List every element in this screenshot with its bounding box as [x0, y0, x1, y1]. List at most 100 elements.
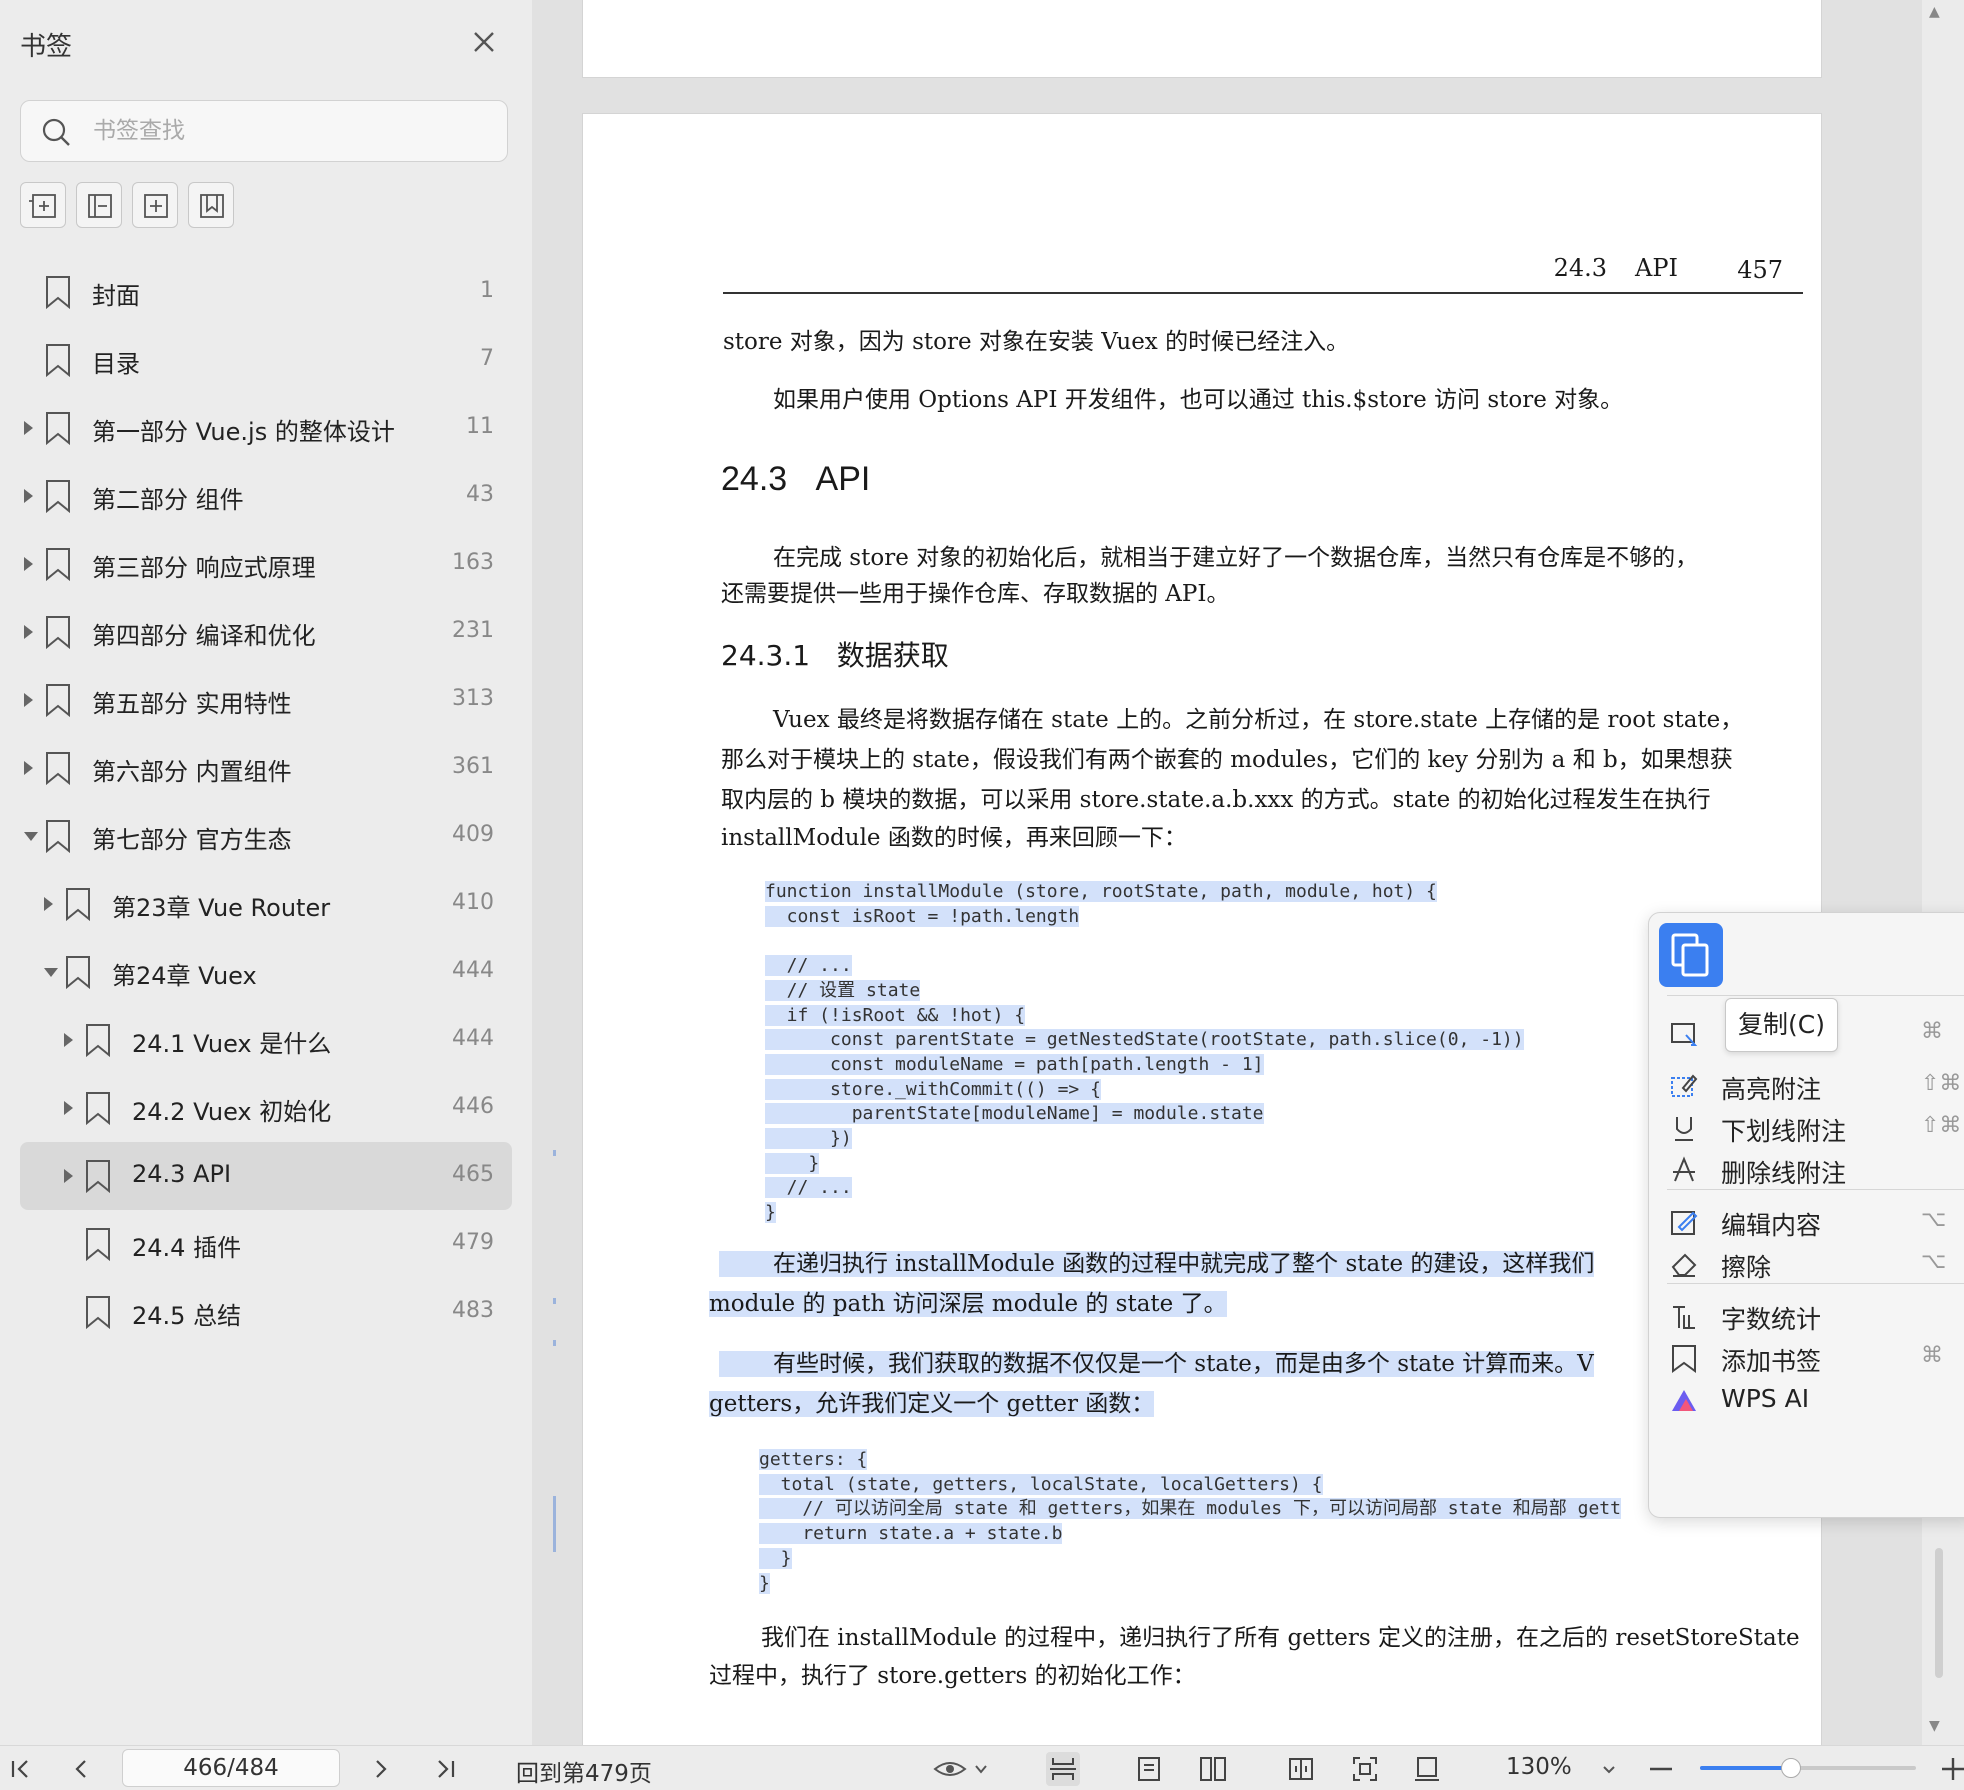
expand-all-button[interactable] — [20, 182, 66, 228]
menu-item-label: WPS AI — [1721, 1384, 1810, 1413]
scroll-down-arrow-icon[interactable]: ▼ — [1929, 1718, 1940, 1734]
collapsed-arrow-icon[interactable] — [64, 1033, 73, 1047]
last-page-button[interactable] — [430, 1754, 460, 1784]
bookmark-page-number: 483 — [452, 1298, 494, 1323]
book-mode-button[interactable] — [1286, 1754, 1316, 1784]
two-page-button[interactable] — [1198, 1754, 1228, 1784]
continuous-scroll-button[interactable] — [1046, 1752, 1080, 1786]
bookmark-item[interactable]: 第三部分 响应式原理 163 — [0, 530, 532, 598]
menu-item-strikethrough[interactable]: 删除线附注 — [1649, 1145, 1964, 1195]
collapsed-arrow-icon[interactable] — [24, 693, 33, 707]
expanded-arrow-icon[interactable] — [24, 832, 38, 841]
page-number-box[interactable] — [122, 1749, 340, 1787]
bookmark-page-number: 410 — [452, 890, 494, 915]
menu-item-label: 编辑内容 — [1721, 1211, 1822, 1240]
bookmark-item[interactable]: 24.3 API 465 — [20, 1142, 512, 1210]
code-line: } — [759, 1572, 1621, 1597]
zoom-level[interactable]: 130% — [1506, 1754, 1572, 1780]
collapsed-arrow-icon[interactable] — [24, 761, 33, 775]
bookmark-label: 24.4 插件 — [132, 1234, 242, 1262]
code-line: } — [765, 1201, 1524, 1226]
fullscreen-button[interactable] — [1412, 1754, 1442, 1784]
add-bookmark-button[interactable] — [132, 182, 178, 228]
bookmark-item[interactable]: 封面 1 — [0, 258, 532, 326]
first-page-button[interactable] — [6, 1754, 36, 1784]
bookmark-label: 目录 — [92, 350, 140, 378]
back-to-page-link[interactable]: 回到第479页 — [516, 1754, 652, 1788]
eye-protection-button[interactable] — [932, 1754, 992, 1784]
paragraph-line: 有些时候，我们获取的数据不仅仅是一个 state，而是由多个 state 计算而… — [719, 1344, 1594, 1384]
menu-item-label: 高亮附注 — [1721, 1075, 1822, 1104]
zoom-in-button[interactable] — [1938, 1754, 1964, 1784]
collapsed-arrow-icon[interactable] — [24, 421, 33, 435]
menu-item-shortcut: ⌥ — [1921, 1207, 1947, 1232]
copy-tooltip: 复制(C) — [1725, 998, 1838, 1052]
code-line: }) — [765, 1127, 1524, 1152]
copy-button[interactable] — [1659, 923, 1723, 987]
menu-item-shortcut: ⇧⌘ — [1921, 1113, 1962, 1138]
bookmark-options-button[interactable] — [188, 182, 234, 228]
continuous-scroll-icon — [1050, 1758, 1076, 1780]
selection-marker — [553, 1298, 556, 1304]
expanded-arrow-icon[interactable] — [44, 968, 58, 977]
paragraph-line: 取内层的 b 模块的数据，可以采用 store.state.a.b.xxx 的方… — [721, 787, 1711, 813]
scroll-up-arrow-icon[interactable]: ▲ — [1929, 4, 1940, 20]
zoom-slider[interactable] — [1700, 1758, 1916, 1778]
collapsed-arrow-icon[interactable] — [64, 1169, 73, 1183]
collapsed-arrow-icon[interactable] — [24, 489, 33, 503]
scrollbar-thumb[interactable] — [1935, 1548, 1943, 1678]
two-page-icon — [1200, 1757, 1226, 1781]
collapsed-arrow-icon[interactable] — [44, 897, 53, 911]
bookmark-item[interactable]: 第二部分 组件 43 — [0, 462, 532, 530]
chevron-left-icon — [75, 1760, 86, 1778]
close-sidebar-button[interactable] — [466, 24, 502, 60]
menu-item-shortcut: ⌥ — [1921, 1249, 1947, 1274]
page-number-input[interactable] — [123, 1750, 339, 1786]
bookmark-item[interactable]: 目录 7 — [0, 326, 532, 394]
code-line: const isRoot = !path.length — [765, 905, 1524, 930]
bookmark-item[interactable]: 24.4 插件 479 — [0, 1210, 532, 1278]
collapsed-arrow-icon[interactable] — [24, 625, 33, 639]
menu-item-eraser[interactable]: 擦除 ⌥ — [1649, 1239, 1964, 1289]
bookmark-icon — [84, 1159, 112, 1197]
code-line: total (state, getters, localState, local… — [759, 1473, 1621, 1498]
code-line: store._withCommit(() => { — [765, 1078, 1524, 1103]
menu-divider — [1667, 995, 1964, 996]
bookmark-item[interactable]: 24.1 Vuex 是什么 444 — [0, 1006, 532, 1074]
zoom-out-button[interactable] — [1646, 1754, 1676, 1784]
selected-text: module 的 path 访问深层 module 的 state 了。 — [709, 1291, 1227, 1317]
bookmark-item[interactable]: 第一部分 Vue.js 的整体设计 11 — [0, 394, 532, 462]
code-text: }) — [765, 1128, 852, 1150]
fit-page-button[interactable] — [1350, 1754, 1380, 1784]
zoom-dropdown-button[interactable] — [1594, 1754, 1624, 1784]
collapsed-arrow-icon[interactable] — [24, 557, 33, 571]
document-page[interactable]: 24.3 API 457 store 对象，因为 store 对象在安装 Vue… — [582, 113, 1822, 1745]
menu-item-wps-ai[interactable]: WPS AI — [1649, 1375, 1964, 1425]
bookmark-item[interactable]: 第六部分 内置组件 361 — [0, 734, 532, 802]
bookmark-search-box[interactable] — [20, 100, 508, 162]
bookmark-item[interactable]: 第四部分 编译和优化 231 — [0, 598, 532, 666]
single-page-button[interactable] — [1134, 1754, 1164, 1784]
previous-page-button[interactable] — [66, 1754, 96, 1784]
bookmark-item[interactable]: 24.2 Vuex 初始化 446 — [0, 1074, 532, 1142]
bookmark-label: 24.1 Vuex 是什么 — [132, 1030, 332, 1058]
bookmark-item[interactable]: 第五部分 实用特性 313 — [0, 666, 532, 734]
code-text: // ... — [765, 955, 852, 977]
paragraph-line: 还需要提供一些用于操作仓库、存取数据的 API。 — [721, 581, 1230, 607]
bookmark-search-input[interactable] — [93, 111, 493, 151]
collapsed-arrow-icon[interactable] — [64, 1101, 73, 1115]
bookmark-icon — [44, 343, 72, 381]
bookmark-item[interactable]: 24.5 总结 483 — [0, 1278, 532, 1346]
zoom-slider-fill — [1700, 1766, 1791, 1770]
code-line: return state.a + state.b — [759, 1522, 1621, 1547]
collapse-all-button[interactable] — [76, 182, 122, 228]
bookmark-item[interactable]: 第24章 Vuex 444 — [0, 938, 532, 1006]
zoom-slider-handle[interactable] — [1780, 1758, 1801, 1778]
highlight-icon — [1669, 1071, 1699, 1105]
bookmark-label: 24.3 API — [132, 1160, 232, 1188]
bookmark-page-number: 231 — [452, 618, 494, 643]
bookmark-item[interactable]: 第23章 Vue Router 410 — [0, 870, 532, 938]
bookmark-item[interactable]: 第七部分 官方生态 409 — [0, 802, 532, 870]
next-page-button[interactable] — [366, 1754, 396, 1784]
